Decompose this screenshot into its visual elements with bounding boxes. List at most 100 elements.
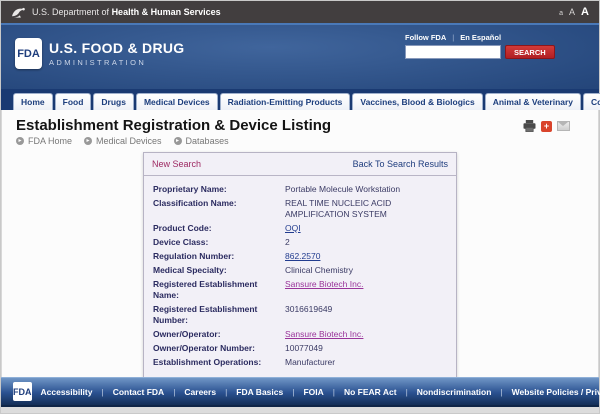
table-row: Product Code:OQI bbox=[153, 221, 447, 235]
footer-links: Accessibility|Contact FDA|Careers|FDA Ba… bbox=[32, 387, 600, 397]
row-label: Establishment Operations: bbox=[153, 357, 285, 368]
footer-link-no-fear-act[interactable]: No FEAR Act bbox=[335, 387, 406, 397]
breadcrumb-bullet-icon: ▸ bbox=[84, 137, 92, 145]
follow-fda-link[interactable]: Follow FDA bbox=[405, 33, 446, 42]
table-row: Owner/Operator Number:10077049 bbox=[153, 342, 447, 356]
utility-separator: | bbox=[452, 33, 454, 42]
table-row: Registered Establishment Name:Sansure Bi… bbox=[153, 277, 447, 302]
breadcrumb-label: Medical Devices bbox=[96, 136, 162, 146]
row-label: Medical Specialty: bbox=[153, 265, 285, 276]
row-value: OQI bbox=[285, 223, 447, 234]
hhs-eagle-icon bbox=[11, 6, 26, 19]
header-search: SEARCH bbox=[405, 45, 561, 59]
email-icon[interactable] bbox=[557, 121, 570, 131]
font-size-controls: a A A bbox=[559, 6, 589, 18]
row-value: 862.2570 bbox=[285, 251, 447, 262]
table-row: Owner/Operator:Sansure Biotech Inc. bbox=[153, 328, 447, 342]
main-content: Establishment Registration & Device List… bbox=[1, 110, 599, 377]
row-value-link[interactable]: Sansure Biotech Inc. bbox=[285, 279, 363, 289]
footer-link-accessibility[interactable]: Accessibility bbox=[32, 387, 102, 397]
row-label: Owner/Operator: bbox=[153, 329, 285, 340]
table-row: Classification Name:REAL TIME NUCLEIC AC… bbox=[153, 196, 447, 221]
tab-radiation-emitting-products[interactable]: Radiation-Emitting Products bbox=[220, 93, 351, 110]
breadcrumb-label: Databases bbox=[186, 136, 229, 146]
hhs-department-text[interactable]: U.S. Department of Health & Human Servic… bbox=[32, 7, 221, 17]
table-row: Device Class:2 bbox=[153, 235, 447, 249]
detail-table: Proprietary Name:Portable Molecule Works… bbox=[144, 176, 456, 377]
header-utility-links: Follow FDA | En Español bbox=[405, 33, 561, 42]
font-size-medium-button[interactable]: A bbox=[569, 7, 575, 17]
breadcrumb-label: FDA Home bbox=[28, 136, 72, 146]
footer-link-website-policies-privacy[interactable]: Website Policies / Privacy bbox=[503, 387, 600, 397]
new-search-link[interactable]: New Search bbox=[152, 159, 201, 169]
row-value: 10077049 bbox=[285, 343, 447, 354]
font-size-small-button[interactable]: a bbox=[559, 10, 563, 17]
search-button[interactable]: SEARCH bbox=[505, 45, 555, 59]
row-label: Classification Name: bbox=[153, 198, 285, 220]
fda-wordmark-line1: U.S. FOOD & DRUG bbox=[49, 40, 184, 56]
breadcrumb-bullet-icon: ▸ bbox=[174, 137, 182, 145]
header-utility: Follow FDA | En Español SEARCH bbox=[405, 33, 561, 59]
back-to-search-results-link[interactable]: Back To Search Results bbox=[353, 159, 448, 169]
bottom-strip bbox=[1, 405, 599, 413]
footer-link-contact-fda[interactable]: Contact FDA bbox=[104, 387, 173, 397]
row-value: Manufacturer bbox=[285, 357, 447, 368]
tab-drugs[interactable]: Drugs bbox=[93, 93, 134, 110]
breadcrumb: ▸ FDA Home ▸ Medical Devices ▸ Databases bbox=[16, 136, 598, 146]
row-value: Clinical Chemistry bbox=[285, 265, 447, 276]
fda-wordmark-line2: ADMINISTRATION bbox=[49, 58, 184, 67]
table-row: Medical Specialty:Clinical Chemistry bbox=[153, 263, 447, 277]
row-label: Registered Establishment Number: bbox=[153, 304, 285, 326]
tab-vaccines-blood-biologics[interactable]: Vaccines, Blood & Biologics bbox=[352, 93, 482, 110]
row-value: Sansure Biotech Inc. bbox=[285, 329, 447, 340]
footer-link-nondiscrimination[interactable]: Nondiscrimination bbox=[408, 387, 501, 397]
footer-link-foia[interactable]: FOIA bbox=[294, 387, 332, 397]
tab-home[interactable]: Home bbox=[13, 93, 53, 110]
table-row: Establishment Operations:Manufacturer bbox=[153, 356, 447, 370]
row-value: Portable Molecule Workstation bbox=[285, 184, 447, 195]
footer-fda-logo[interactable]: FDA bbox=[13, 382, 32, 401]
row-value: 2 bbox=[285, 237, 447, 248]
nav-tabs: HomeFoodDrugsMedical DevicesRadiation-Em… bbox=[1, 89, 599, 110]
page-action-icons: + bbox=[523, 120, 570, 132]
row-label: Product Code: bbox=[153, 223, 285, 234]
row-value: 3016619649 bbox=[285, 304, 447, 326]
search-input[interactable] bbox=[405, 45, 501, 59]
breadcrumb-item-fda-home[interactable]: ▸ FDA Home bbox=[16, 136, 72, 146]
footer-link-careers[interactable]: Careers bbox=[175, 387, 225, 397]
row-label: Regulation Number: bbox=[153, 251, 285, 262]
breadcrumb-item-databases[interactable]: ▸ Databases bbox=[174, 136, 229, 146]
print-icon[interactable] bbox=[523, 120, 536, 132]
fda-logo[interactable]: FDA bbox=[15, 38, 42, 69]
tab-medical-devices[interactable]: Medical Devices bbox=[136, 93, 218, 110]
breadcrumb-item-medical-devices[interactable]: ▸ Medical Devices bbox=[84, 136, 162, 146]
row-label: Proprietary Name: bbox=[153, 184, 285, 195]
footer-link-fda-basics[interactable]: FDA Basics bbox=[227, 387, 292, 397]
row-value: Sansure Biotech Inc. bbox=[285, 279, 447, 301]
hhs-top-bar: U.S. Department of Health & Human Servic… bbox=[1, 1, 599, 23]
font-size-large-button[interactable]: A bbox=[581, 6, 589, 18]
row-value-link[interactable]: Sansure Biotech Inc. bbox=[285, 329, 363, 339]
fda-wordmark: U.S. FOOD & DRUG ADMINISTRATION bbox=[49, 40, 184, 67]
fda-header: FDA U.S. FOOD & DRUG ADMINISTRATION Foll… bbox=[1, 23, 599, 89]
breadcrumb-bullet-icon: ▸ bbox=[16, 137, 24, 145]
panel-header: New Search Back To Search Results bbox=[144, 153, 456, 176]
row-value-link[interactable]: 862.2570 bbox=[285, 251, 320, 261]
tab-animal-veterinary[interactable]: Animal & Veterinary bbox=[485, 93, 581, 110]
row-label: Registered Establishment Name: bbox=[153, 279, 285, 301]
table-row: Registered Establishment Number:30166196… bbox=[153, 302, 447, 327]
row-label: Device Class: bbox=[153, 237, 285, 248]
row-value: REAL TIME NUCLEIC ACID AMPLIFICATION SYS… bbox=[285, 198, 447, 220]
table-row: Regulation Number:862.2570 bbox=[153, 249, 447, 263]
share-icon[interactable]: + bbox=[541, 121, 552, 132]
row-value-link[interactable]: OQI bbox=[285, 223, 301, 233]
page-title: Establishment Registration & Device List… bbox=[16, 117, 598, 134]
en-espanol-link[interactable]: En Español bbox=[460, 33, 501, 42]
tab-food[interactable]: Food bbox=[55, 93, 92, 110]
footer-bar: FDA Accessibility|Contact FDA|Careers|FD… bbox=[1, 377, 599, 405]
row-label: Owner/Operator Number: bbox=[153, 343, 285, 354]
device-detail-panel: New Search Back To Search Results Propri… bbox=[143, 152, 457, 377]
fda-page: U.S. Department of Health & Human Servic… bbox=[0, 0, 600, 414]
tab-cosmetics[interactable]: Cosmetics bbox=[583, 93, 600, 110]
table-row: Proprietary Name:Portable Molecule Works… bbox=[153, 182, 447, 196]
